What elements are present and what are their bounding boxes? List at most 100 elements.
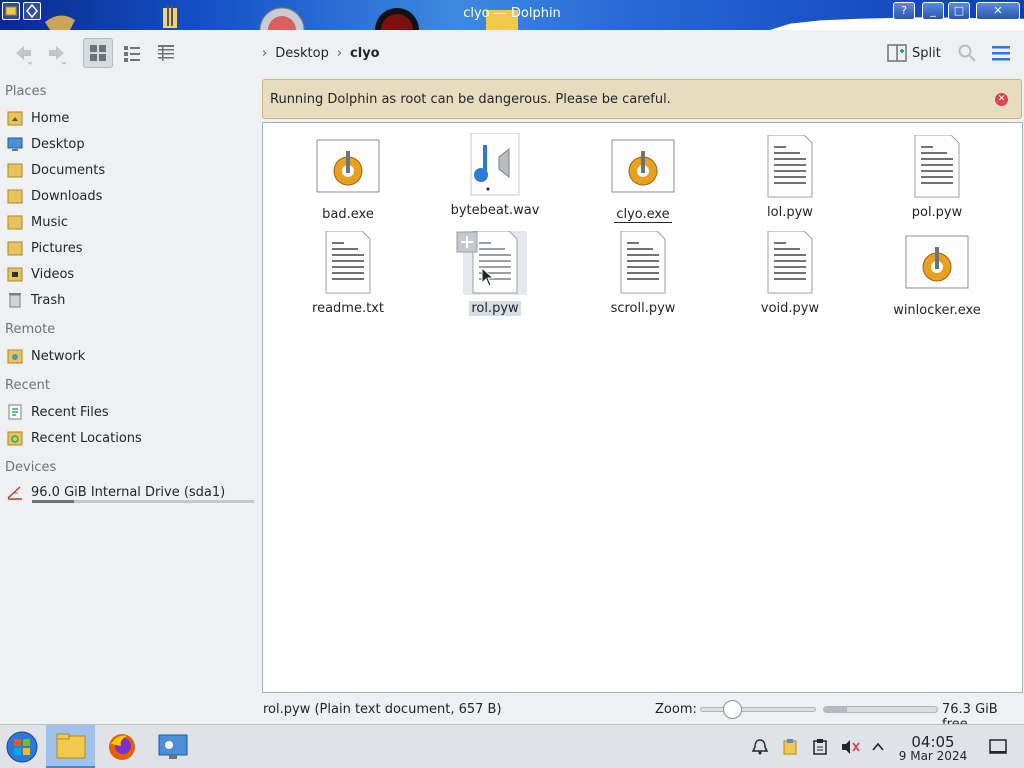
arrow-right-icon [49, 46, 67, 65]
file-item-pol-pyw[interactable]: pol.pyw [867, 134, 1007, 220]
mouse-cursor-icon [481, 267, 495, 287]
root-warning-banner: Running Dolphin as root can be dangerous… [262, 79, 1022, 119]
zoom-label: Zoom: [655, 702, 697, 717]
zoom-slider-handle[interactable] [723, 700, 743, 719]
file-name: rol.pyw [469, 301, 521, 316]
file-item-bad-exe[interactable]: bad.exe [278, 137, 418, 222]
sidebar-item-label: 96.0 GiB Internal Drive (sda1) [31, 484, 226, 500]
sidebar-item-music[interactable]: Music [5, 210, 255, 234]
folder-icon [5, 160, 25, 180]
file-item-lol-pyw[interactable]: lol.pyw [720, 134, 860, 220]
window-titlebar[interactable]: clyo — Dolphin ? _ □ ✕ [0, 0, 1024, 30]
sidebar-item-label: Documents [31, 162, 106, 178]
taskbar-dolphin[interactable] [46, 725, 95, 768]
compact-view-button[interactable] [117, 38, 147, 68]
sidebar-item-label: Downloads [31, 188, 103, 204]
taskbar: 04:05 9 Mar 2024 [0, 724, 1024, 768]
details-view-button[interactable] [151, 38, 181, 68]
file-name: bad.exe [322, 207, 374, 222]
add-selection-icon[interactable] [456, 231, 478, 253]
compact-view-icon [124, 46, 140, 62]
split-button[interactable]: Split [886, 40, 941, 66]
recent-heading: Recent [5, 378, 50, 393]
icons-view-button[interactable] [83, 38, 113, 68]
drive-icon [5, 482, 25, 502]
home-folder-icon [5, 108, 25, 128]
file-item-void-pyw[interactable]: void.pyw [720, 230, 860, 316]
minimize-button[interactable]: _ [922, 2, 944, 20]
file-item-rol-pyw[interactable]: rol.pyw [425, 230, 565, 316]
arrow-left-icon [16, 46, 33, 65]
sidebar-item-desktop[interactable]: Desktop [5, 132, 255, 156]
zoom-slider[interactable] [700, 707, 816, 712]
icons-view-icon [90, 45, 106, 61]
taskbar-firefox[interactable] [99, 725, 144, 768]
sidebar-item-home[interactable]: Home [5, 106, 255, 130]
split-view-icon [887, 44, 907, 62]
folder-icon [5, 212, 25, 232]
volume-muted-icon[interactable] [840, 737, 860, 757]
free-space-fill [824, 707, 847, 712]
search-button[interactable] [954, 38, 980, 68]
sidebar-item-recent-files[interactable]: Recent Files [5, 400, 255, 424]
sidebar-item-recent-locations[interactable]: Recent Locations [5, 426, 255, 450]
file-item-bytebeat-wav[interactable]: bytebeat.wav [425, 132, 565, 218]
sidebar-item-label: Recent Locations [31, 430, 142, 446]
back-button[interactable] [8, 38, 38, 68]
breadcrumb-clyo[interactable]: clyo [350, 46, 380, 61]
file-name: lol.pyw [767, 205, 813, 220]
taskbar-system-settings[interactable] [150, 725, 195, 768]
text-file-icon [456, 230, 527, 295]
file-item-winlocker-exe[interactable]: winlocker.exe [867, 233, 1007, 318]
breadcrumb-desktop[interactable]: Desktop [275, 46, 329, 61]
sidebar-item-label: Home [31, 110, 70, 126]
places-heading: Places [5, 84, 47, 99]
text-file-icon [758, 134, 822, 199]
executable-gear-icon [905, 233, 969, 297]
devices-heading: Devices [5, 460, 57, 475]
file-item-scroll-pyw[interactable]: scroll.pyw [573, 230, 713, 316]
show-desktop-icon[interactable] [988, 737, 1008, 757]
recent-locations-icon [5, 428, 25, 448]
text-file-icon [316, 230, 380, 295]
warning-text: Running Dolphin as root can be dangerous… [270, 91, 671, 107]
clipboard-agent-icon[interactable] [780, 737, 800, 757]
clipboard-icon[interactable] [810, 737, 830, 757]
sidebar-item-documents[interactable]: Documents [5, 158, 255, 182]
folder-icon [5, 186, 25, 206]
status-text: rol.pyw (Plain text document, 657 B) [263, 702, 502, 717]
executable-gear-icon [316, 137, 380, 201]
details-view-icon [158, 45, 174, 61]
folder-icon [5, 264, 25, 284]
file-name: readme.txt [312, 301, 384, 316]
file-item-clyo-exe[interactable]: clyo.exe [573, 137, 713, 223]
sidebar-item-network[interactable]: Network [5, 344, 255, 368]
free-space-bar [823, 706, 938, 713]
expand-tray-icon[interactable] [868, 737, 888, 757]
notifications-icon[interactable] [750, 737, 770, 757]
close-icon[interactable]: ✕ [995, 93, 1008, 106]
clock-date[interactable]: 9 Mar 2024 [898, 749, 968, 763]
search-icon [958, 44, 976, 62]
maximize-button[interactable]: □ [948, 2, 970, 20]
sidebar-item-label: Videos [31, 266, 75, 282]
file-item-readme-txt[interactable]: readme.txt [278, 230, 418, 316]
help-button[interactable]: ? [893, 2, 915, 20]
sidebar-item-label: Trash [31, 292, 66, 308]
forward-button[interactable] [42, 38, 72, 68]
system-settings-icon [158, 734, 187, 759]
sidebar-item-trash[interactable]: Trash [5, 288, 255, 312]
places-panel: Places Home Desktop Documents Downloads … [0, 78, 258, 720]
chevron-right-icon: › [336, 46, 343, 61]
start-menu-button[interactable] [0, 725, 44, 768]
menu-button[interactable] [988, 38, 1014, 68]
sidebar-item-downloads[interactable]: Downloads [5, 184, 255, 208]
sidebar-item-videos[interactable]: Videos [5, 262, 255, 286]
sidebar-item-pictures[interactable]: Pictures [5, 236, 255, 260]
drive-usage-fill [32, 500, 75, 503]
breadcrumb: › Desktop › clyo [262, 46, 380, 61]
file-name: clyo.exe [614, 207, 672, 223]
file-view[interactable]: bad.exe bytebeat.wav clyo.exe lol.pyw po… [262, 122, 1023, 693]
close-button[interactable]: ✕ [976, 2, 1020, 20]
executable-gear-icon [611, 137, 675, 201]
